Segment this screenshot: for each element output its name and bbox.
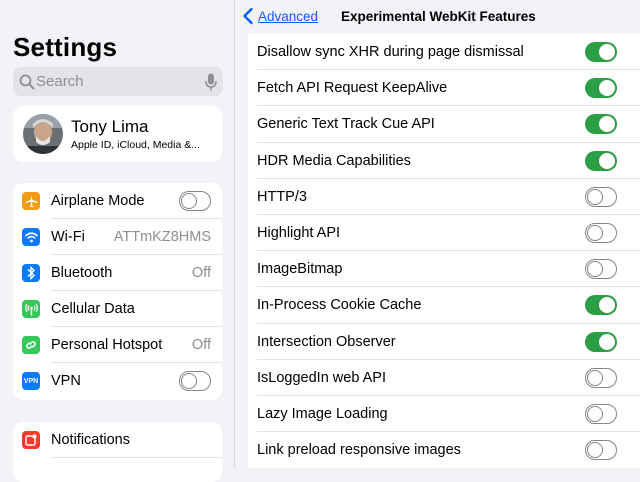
feature-row: Link preload responsive images — [248, 432, 640, 468]
feature-label: Intersection Observer — [257, 333, 396, 350]
feature-label: Highlight API — [257, 225, 341, 241]
feature-label: IsLoggedIn web API — [257, 369, 386, 386]
sidebar-item-label: Bluetooth — [51, 265, 113, 281]
feature-toggle[interactable] — [585, 259, 617, 280]
sidebar-item-label: Airplane Mode — [51, 193, 145, 209]
feature-row: ImageBitmap — [248, 251, 640, 288]
sidebar-item-label: Notifications — [51, 432, 130, 448]
feature-label: HDR Media Capabilities — [257, 152, 411, 169]
notifications-icon — [22, 431, 40, 449]
airplane-icon — [22, 192, 40, 210]
sidebar-item-label: Wi-Fi — [51, 229, 85, 245]
feature-toggle[interactable] — [585, 367, 617, 388]
sidebar-item-wifi[interactable]: Wi-Fi ATTmKZ8HMS — [13, 219, 222, 255]
profile-name: Tony Lima — [71, 117, 149, 136]
feature-toggle[interactable] — [585, 223, 617, 243]
sidebar-item-label: Cellular Data — [51, 301, 135, 317]
feature-toggle[interactable] — [585, 150, 617, 171]
vpn-toggle[interactable] — [179, 371, 211, 391]
sidebar-item-personal-hotspot[interactable]: Personal Hotspot Off — [13, 327, 222, 363]
feature-label: HTTP/3 — [257, 188, 307, 205]
airplane-mode-toggle[interactable] — [179, 191, 211, 211]
connectivity-group: Airplane Mode Wi-Fi ATTmKZ8HMS Bluetooth… — [13, 183, 222, 400]
feature-list: Disallow sync XHR during page dismissal F… — [248, 34, 640, 468]
wifi-icon — [22, 228, 40, 246]
notifications-group: Notifications — [13, 422, 222, 482]
feature-row: Fetch API Request KeepAlive — [248, 70, 640, 107]
sidebar-item-label: Personal Hotspot — [51, 337, 163, 353]
wifi-network-value: ATTmKZ8HMS — [113, 229, 211, 245]
sidebar-item-notifications[interactable]: Notifications — [13, 422, 222, 458]
feature-toggle[interactable] — [585, 42, 617, 62]
feature-toggle[interactable] — [585, 186, 617, 207]
feature-toggle[interactable] — [585, 295, 617, 316]
bluetooth-value: Off — [191, 265, 211, 281]
feature-row: HTTP/3 — [248, 179, 640, 215]
feature-row: In-Process Cookie Cache — [248, 287, 640, 324]
chevron-left-icon[interactable] — [242, 7, 254, 25]
feature-row: HDR Media Capabilities — [248, 143, 640, 179]
feature-row: Disallow sync XHR during page dismissal — [248, 34, 640, 71]
feature-label: Fetch API Request KeepAlive — [257, 80, 448, 97]
feature-label: Disallow sync XHR during page dismissal — [257, 44, 524, 60]
settings-sidebar: Settings Search Tony Lima Apple ID, iClo… — [0, 0, 235, 482]
feature-row: IsLoggedIn web API — [248, 360, 640, 396]
apple-id-profile[interactable]: Tony Lima Apple ID, iCloud, Media &... — [13, 106, 222, 162]
feature-label: Lazy Image Loading — [257, 406, 388, 422]
feature-row: Generic Text Track Cue API — [248, 106, 640, 143]
search-field[interactable]: Search — [13, 67, 223, 96]
hotspot-icon — [22, 336, 40, 354]
feature-label: Link preload responsive images — [257, 442, 461, 459]
sidebar-item-airplane-mode[interactable]: Airplane Mode — [13, 183, 222, 219]
avatar — [23, 114, 63, 154]
sidebar-item-bluetooth[interactable]: Bluetooth Off — [13, 255, 222, 291]
feature-label: ImageBitmap — [257, 261, 343, 278]
navigation-bar: Advanced Experimental WebKit Features — [236, 0, 640, 34]
feature-toggle[interactable] — [585, 440, 617, 461]
vpn-icon: VPN — [22, 372, 40, 390]
sidebar-item-cellular-data[interactable]: Cellular Data — [13, 291, 222, 327]
feature-toggle[interactable] — [585, 404, 617, 424]
page-title: Experimental WebKit Features — [341, 9, 536, 24]
feature-row: Highlight API — [248, 215, 640, 252]
search-placeholder: Search — [36, 73, 84, 90]
antenna-icon — [22, 300, 40, 318]
feature-toggle[interactable] — [585, 331, 617, 352]
feature-row: Lazy Image Loading — [248, 396, 640, 433]
sidebar-title: Settings — [13, 32, 118, 62]
back-button[interactable]: Advanced — [258, 9, 318, 24]
feature-label: In-Process Cookie Cache — [257, 297, 422, 314]
microphone-icon[interactable] — [205, 73, 217, 91]
feature-label: Generic Text Track Cue API — [257, 116, 435, 133]
search-icon — [19, 74, 35, 90]
profile-subtitle: Apple ID, iCloud, Media &... — [71, 139, 200, 151]
sidebar-item-vpn[interactable]: VPN VPN — [13, 363, 222, 399]
feature-toggle[interactable] — [585, 78, 617, 99]
sidebar-item-label: VPN — [51, 373, 81, 389]
bluetooth-icon — [22, 264, 40, 282]
hotspot-value: Off — [191, 337, 211, 353]
feature-row: Intersection Observer — [248, 324, 640, 360]
feature-toggle[interactable] — [585, 114, 617, 135]
